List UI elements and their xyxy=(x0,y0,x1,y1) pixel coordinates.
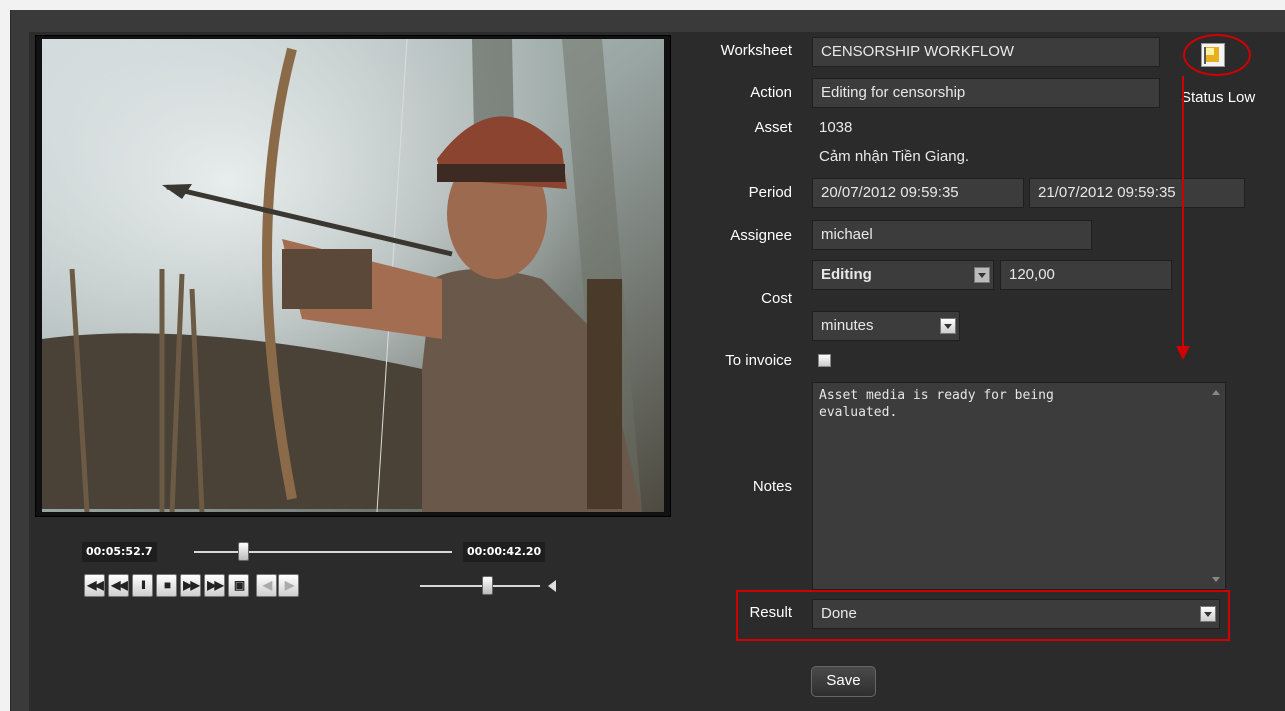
cost-type-select[interactable]: Editing xyxy=(812,260,994,290)
period-start-field[interactable]: 20/07/2012 09:59:35 xyxy=(812,178,1024,208)
assignee-label: Assignee xyxy=(730,227,792,244)
period-label: Period xyxy=(748,184,792,201)
stop-icon[interactable]: ■ xyxy=(156,574,177,597)
video-viewer[interactable] xyxy=(35,35,671,517)
cost-type-value: Editing xyxy=(821,266,872,283)
cost-unit-select[interactable]: minutes xyxy=(812,311,960,341)
chevron-down-icon[interactable] xyxy=(940,318,956,334)
fullscreen-icon[interactable]: ▣ xyxy=(228,574,249,597)
pause-icon[interactable]: II xyxy=(132,574,153,597)
worksheet-field[interactable]: CENSORSHIP WORKFLOW xyxy=(812,37,1160,67)
assignee-field[interactable]: michael xyxy=(812,220,1092,250)
annotation-arrow-head xyxy=(1176,346,1190,360)
rewind-icon[interactable]: ◀◀ xyxy=(108,574,129,597)
asset-id: 1038 xyxy=(819,119,853,136)
cost-label: Cost xyxy=(761,290,792,307)
notes-scrollbar[interactable] xyxy=(1207,384,1224,588)
volume-handle[interactable] xyxy=(482,576,494,595)
save-button[interactable]: Save xyxy=(811,666,876,697)
asset-name: Cảm nhận Tiền Giang. xyxy=(819,148,970,165)
status-label: Status Low xyxy=(1181,89,1256,106)
status-highlight xyxy=(1183,34,1251,76)
duration-time: 00:00:42.20 xyxy=(463,542,546,562)
notes-label: Notes xyxy=(752,478,792,495)
volume-track[interactable] xyxy=(420,585,540,587)
chevron-down-icon[interactable] xyxy=(974,267,990,283)
first-icon[interactable]: ◀◀ xyxy=(84,574,105,597)
invoice-label: To invoice xyxy=(725,352,792,369)
last-icon[interactable]: ▶▶ xyxy=(204,574,225,597)
period-end-field[interactable]: 21/07/2012 09:59:35 xyxy=(1029,178,1245,208)
fast-forward-icon[interactable]: ▶▶ xyxy=(180,574,201,597)
result-highlight xyxy=(736,590,1230,641)
invoice-checkbox[interactable] xyxy=(818,354,831,367)
worksheet-label: Worksheet xyxy=(720,42,792,59)
action-field[interactable]: Editing for censorship xyxy=(812,78,1160,108)
frame-back-icon[interactable]: ◀ xyxy=(256,574,277,597)
seek-handle[interactable] xyxy=(237,542,249,561)
speaker-icon[interactable] xyxy=(548,580,556,592)
video-frame-image xyxy=(42,39,664,512)
asset-label: Asset xyxy=(754,119,792,136)
scroll-down-icon[interactable] xyxy=(1212,577,1220,582)
current-time: 00:05:52.7 xyxy=(82,542,157,562)
seek-track[interactable] xyxy=(194,551,452,553)
cost-value-field[interactable]: 120,00 xyxy=(1000,260,1172,290)
action-label: Action xyxy=(750,84,792,101)
cost-unit-value: minutes xyxy=(821,317,874,334)
frame-forward-icon[interactable]: ▶ xyxy=(278,574,299,597)
notes-textarea[interactable] xyxy=(812,382,1226,590)
annotation-arrow-line xyxy=(1182,76,1184,346)
scroll-up-icon[interactable] xyxy=(1212,390,1220,395)
